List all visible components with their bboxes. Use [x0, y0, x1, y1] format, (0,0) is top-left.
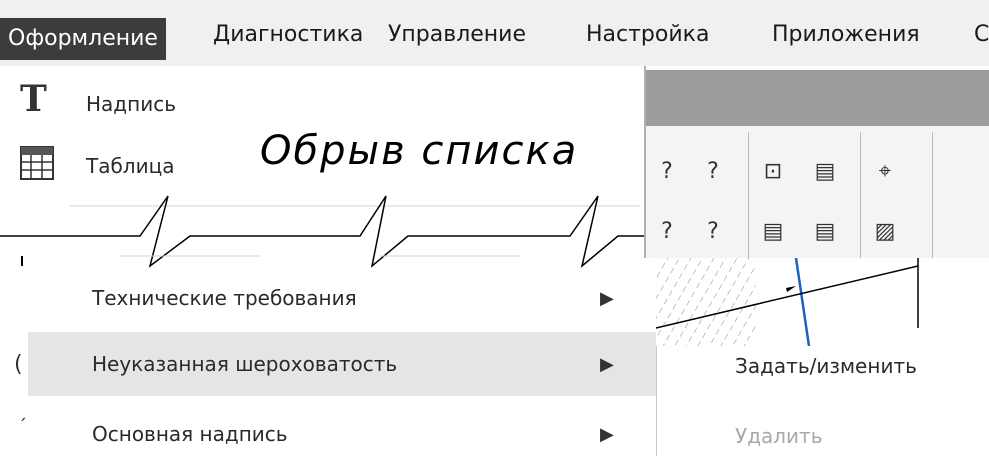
menu-item-label: Таблица	[86, 154, 175, 178]
list-break-caption: Обрыв списка	[260, 128, 579, 174]
toolbar-icon-5[interactable]: ⌖	[868, 152, 902, 192]
toolbar-icon-7[interactable]: ?	[696, 212, 730, 252]
menu-item-unspecified-roughness[interactable]: Неуказанная шероховатость ▶	[28, 332, 656, 396]
menu-item-label: Надпись	[86, 92, 176, 116]
menu-oformlenie[interactable]: Оформление	[0, 18, 166, 60]
partial-glyph: ˊ	[18, 416, 27, 437]
toolbar-separator	[748, 132, 749, 258]
toolbar-icon-3[interactable]: ⊡	[756, 152, 790, 192]
menu-item-label: Основная надпись	[92, 422, 288, 446]
submenu-item-set-change[interactable]: Задать/изменить	[735, 354, 917, 378]
submenu-arrow-icon: ▶	[600, 354, 614, 375]
drawing-sketch	[655, 257, 919, 347]
menu-prilozheniya[interactable]: Приложения	[772, 10, 920, 60]
toolbar-icon-6[interactable]: ?	[650, 212, 684, 252]
drawing-canvas[interactable]	[655, 257, 989, 347]
ribbon-header	[640, 70, 989, 126]
toolbar-icon-10[interactable]: ▨	[868, 212, 902, 252]
menu-item-title-block[interactable]: Основная надпись ▶	[0, 402, 644, 456]
menu-more[interactable]: С	[974, 10, 989, 60]
submenu-arrow-icon: ▶	[600, 288, 614, 309]
toolbar: ? ? ⊡ ▤ ⌖ ? ? ▤ ▤ ▨	[640, 126, 989, 258]
toolbar-icon-4[interactable]: ▤	[808, 152, 842, 192]
dropdown-border	[644, 66, 646, 258]
submenu-arrow-icon: ▶	[600, 424, 614, 445]
partial-glyph: (	[14, 352, 23, 377]
toolbar-icon-9[interactable]: ▤	[808, 212, 842, 252]
menu-bar: Оформление Диагностика Управление Настро…	[0, 0, 989, 66]
text-T-icon: T	[20, 78, 47, 120]
dropdown-menu: T Надпись Таблица Технические требования…	[0, 66, 656, 456]
toolbar-icon-1[interactable]: ?	[650, 152, 684, 192]
menu-item-label: Технические требования	[92, 286, 357, 310]
toolbar-icon-2[interactable]: ?	[696, 152, 730, 192]
toolbar-separator	[860, 132, 861, 258]
menu-item-label: Неуказанная шероховатость	[92, 352, 398, 376]
menu-diagnostika[interactable]: Диагностика	[213, 10, 363, 60]
table-icon	[20, 146, 54, 180]
toolbar-icon-8[interactable]: ▤	[756, 212, 790, 252]
submenu: Задать/изменить Удалить	[656, 346, 989, 456]
submenu-item-delete[interactable]: Удалить	[735, 424, 823, 448]
toolbar-separator	[932, 132, 933, 258]
menu-nastroyka[interactable]: Настройка	[586, 10, 709, 60]
menu-item-nadpis[interactable]: T Надпись	[0, 78, 644, 128]
menu-upravlenie[interactable]: Управление	[388, 10, 526, 60]
menu-item-tech-requirements[interactable]: Технические требования ▶	[0, 266, 644, 328]
